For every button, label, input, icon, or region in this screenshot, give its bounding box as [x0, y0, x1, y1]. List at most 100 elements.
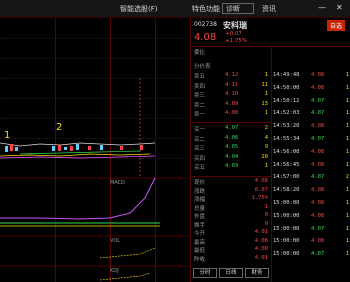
- stat-label: 涨幅: [194, 197, 206, 203]
- tab-intraday[interactable]: 分时: [193, 268, 217, 278]
- trade-volume: 1: [345, 84, 349, 91]
- trade-volume: 1: [345, 97, 349, 104]
- trade-price: 4.08: [311, 84, 325, 91]
- book-price: 4.08: [225, 110, 239, 116]
- stat-label: 最高: [194, 239, 206, 246]
- book-label: 卖五: [194, 74, 206, 80]
- book-volume: 2: [264, 125, 268, 131]
- quote-panel: 002738 安科瑞 自选 4.08 +0.07 +1.75% 委比 分价表 卖…: [190, 18, 350, 282]
- book-volume: 1: [264, 91, 268, 97]
- trade-row: 14:56:45 4.08 1: [273, 162, 350, 171]
- trade-time: 14:53:20: [273, 123, 300, 130]
- book-label: 买五: [194, 165, 206, 171]
- book-volume: 1: [264, 72, 268, 78]
- trade-row: 15:00:00 4.08 1: [273, 213, 350, 222]
- minimize-icon[interactable]: —: [318, 3, 326, 12]
- trade-time: 14:56:08: [273, 148, 300, 155]
- stat-value: 1: [264, 203, 268, 210]
- vol-title: VOL: [110, 238, 121, 244]
- kdj-title: KDJ: [110, 268, 119, 274]
- trade-time: 14:57:00: [273, 174, 300, 181]
- close-icon[interactable]: ✕: [336, 3, 343, 12]
- stat-label: 总量: [194, 205, 206, 212]
- trade-price: 4.08: [311, 238, 325, 245]
- trade-price: 4.07: [311, 225, 325, 232]
- trade-row: 14:56:08 4.08 1: [273, 149, 350, 158]
- book-volume: 1: [264, 163, 268, 169]
- trade-time: 14:49:48: [273, 72, 300, 78]
- trade-row: 14:49:48 4.08 1: [273, 72, 350, 81]
- indicator-title: MACD: [110, 180, 125, 186]
- trade-volume: 1: [345, 238, 349, 245]
- trade-volume: 2: [345, 174, 349, 181]
- stat-label: 换手: [194, 222, 206, 229]
- price-change: +0.07: [225, 31, 242, 37]
- trade-price: 4.07: [311, 97, 325, 104]
- trade-volume: 1: [345, 123, 349, 130]
- book-volume: 20: [261, 153, 268, 160]
- trade-time: 15:00:00: [273, 200, 300, 206]
- book-label: 买四: [194, 155, 206, 162]
- trade-row: 15:00:00 4.08 1: [273, 238, 350, 247]
- trade-row: 14:50:12 4.07 1: [273, 98, 350, 107]
- trade-price: 4.07: [311, 110, 325, 117]
- sell-row: 卖一 4.08 1: [191, 110, 271, 119]
- tab-finance[interactable]: 财务: [245, 268, 269, 278]
- book-price: 4.04: [225, 153, 239, 160]
- stock-code: 002738: [194, 21, 217, 28]
- diagnosis-label: 诊断: [226, 5, 240, 13]
- book-label: 卖四: [194, 83, 206, 90]
- book-price: 4.09: [225, 100, 239, 107]
- trade-volume: 1: [345, 161, 349, 168]
- trade-time: 15:00:00: [273, 225, 300, 232]
- book-label: 卖二: [194, 102, 206, 109]
- news-menu[interactable]: 资讯: [262, 4, 276, 14]
- trade-price: 4.08: [311, 212, 325, 219]
- trade-time: 15:00:00: [273, 251, 300, 258]
- stat-label: 最低: [194, 248, 206, 254]
- book-price: 4.03: [225, 163, 239, 169]
- tab-daily[interactable]: 日线: [219, 268, 243, 278]
- trade-time: 14:50:00: [273, 84, 300, 91]
- buy-row: 买四 4.04 20: [191, 154, 271, 163]
- trade-price: 4.08: [311, 148, 325, 155]
- trade-time: 14:58:20: [273, 187, 300, 194]
- book-label: 卖一: [194, 112, 206, 118]
- trade-volume: 1: [345, 136, 349, 142]
- add-watchlist-button[interactable]: 自选: [327, 20, 346, 31]
- stat-label: 今开: [194, 231, 206, 237]
- book-label: 买二: [194, 136, 206, 143]
- sell-row: 卖四 4.11 11: [191, 82, 271, 91]
- stat-label: 现价: [194, 180, 206, 186]
- book-label: 买三: [194, 146, 206, 152]
- top-bar: 智能选股(F) 特色功能 诊断 资讯 — ✕: [0, 0, 350, 18]
- chart-area[interactable]: 1 2 MACD VOL KDJ: [0, 18, 188, 282]
- book-volume: 11: [261, 81, 268, 88]
- trade-row: 14:50:00 4.08 1: [273, 85, 350, 94]
- trade-price: 4.08: [311, 123, 325, 130]
- book-price: 4.07: [225, 125, 239, 131]
- price-change-pct: +1.75%: [225, 38, 248, 44]
- feature-menu[interactable]: 特色功能: [192, 4, 220, 14]
- window-title[interactable]: 智能选股(F): [120, 4, 158, 14]
- trade-price: 4.07: [311, 174, 325, 181]
- commission-label: 委比: [194, 50, 206, 56]
- trade-volume: 1: [345, 187, 349, 194]
- trade-row: 15:00:00 4.07 1: [273, 226, 350, 235]
- current-price: 4.08: [194, 32, 217, 43]
- marker-2: 2: [56, 122, 63, 133]
- stat-value: 4.08: [254, 178, 268, 184]
- book-label: 卖三: [194, 93, 206, 99]
- stat-label: 涨跌: [194, 188, 206, 195]
- trade-row: 14:55:34 4.07 1: [273, 136, 350, 145]
- stat-label: 外盘: [194, 214, 206, 220]
- trade-price: 4.08: [311, 72, 325, 78]
- trade-time: 14:55:34: [273, 136, 300, 142]
- trade-row: 15:00:00 4.07 1: [273, 251, 350, 260]
- trade-price: 4.07: [311, 136, 325, 142]
- trade-time: 15:00:00: [273, 212, 300, 219]
- stat-value: 4.00: [254, 246, 268, 252]
- buy-row: 买一 4.07 2: [191, 125, 271, 134]
- stat-value: 4.01: [254, 254, 268, 261]
- trade-row: 14:58:20 4.08 1: [273, 187, 350, 196]
